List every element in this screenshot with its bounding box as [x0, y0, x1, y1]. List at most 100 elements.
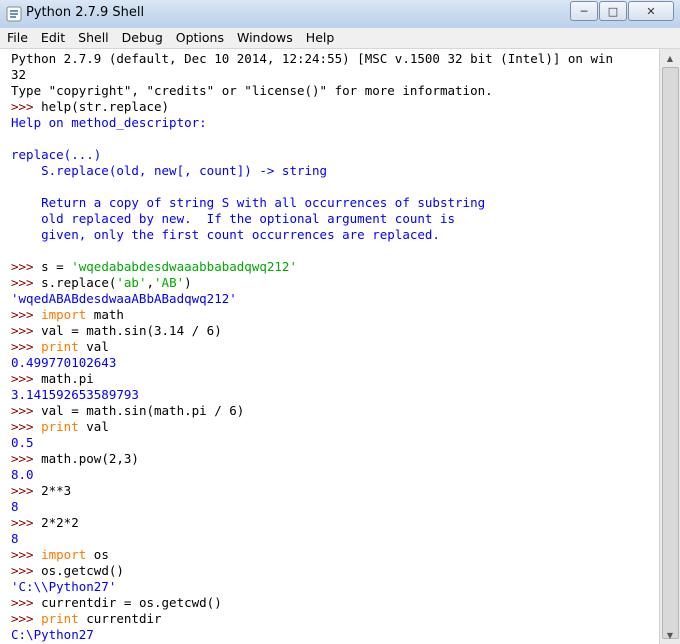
input-line: >>> help(str.replace): [11, 99, 169, 115]
prompt-marker: >>>: [11, 547, 42, 562]
code-token: import: [41, 307, 87, 322]
scroll-down-icon[interactable]: ▼: [662, 627, 678, 643]
menu-windows[interactable]: Windows: [230, 28, 299, 48]
menu-bar: File Edit Shell Debug Options Windows He…: [0, 28, 680, 49]
code-token: 8: [11, 499, 19, 514]
code-token: val: [78, 419, 109, 434]
output-line: 'C:\\Python27': [11, 579, 116, 595]
input-line: >>> 2*2*2: [11, 515, 79, 531]
menu-options[interactable]: Options: [169, 28, 230, 48]
vertical-scrollbar[interactable]: ▲ ▼: [659, 49, 680, 644]
code-token: Help on method_descriptor:: [11, 115, 207, 130]
input-line: >>> os.getcwd(): [11, 563, 124, 579]
code-token: math: [86, 307, 124, 322]
code-token: print: [41, 339, 79, 354]
output-line: Python 2.7.9 (default, Dec 10 2014, 12:2…: [11, 51, 613, 67]
prompt-marker: >>>: [11, 563, 42, 578]
output-line: C:\Python27: [11, 627, 94, 643]
input-line: >>> print currentdir: [11, 611, 162, 627]
code-token: 8.0: [11, 467, 34, 482]
prompt-marker: >>>: [11, 371, 42, 386]
input-line: >>> s = 'wqedababdesdwaaabbabadqwq212': [11, 259, 297, 275]
input-line: >>> print val: [11, 339, 109, 355]
code-token: currentdir: [78, 611, 162, 626]
prompt-marker: >>>: [11, 99, 42, 114]
input-line: >>> print val: [11, 419, 109, 435]
output-line: 3.141592653589793: [11, 387, 139, 403]
window-title: Python 2.7.9 Shell: [26, 5, 145, 20]
input-line: >>> val = math.sin(math.pi / 6): [11, 403, 244, 419]
prompt-marker: >>>: [11, 259, 42, 274]
code-token: import: [41, 547, 87, 562]
code-token: 'wqedABABdesdwaaABbABadqwq212': [11, 291, 237, 306]
code-token: old replaced by new. If the optional arg…: [11, 211, 456, 226]
code-token: given, only the first count occurrences …: [11, 227, 440, 242]
output-line: Return a copy of string S with all occur…: [11, 195, 485, 211]
code-token: C:\Python27: [11, 627, 94, 642]
input-line: >>> currentdir = os.getcwd(): [11, 595, 222, 611]
prompt-marker: >>>: [11, 451, 42, 466]
output-line: Type "copyright", "credits" or "license(…: [11, 83, 493, 99]
code-token: os.getcwd(): [41, 563, 124, 578]
code-token: ): [184, 275, 192, 290]
code-token: 'AB': [154, 275, 185, 290]
code-token: replace(...): [11, 147, 102, 162]
output-line: replace(...): [11, 147, 101, 163]
window-controls: ─ □ ✕: [569, 1, 674, 21]
code-token: 8: [11, 531, 19, 546]
prompt-marker: >>>: [11, 483, 42, 498]
title-bar[interactable]: Python 2.7.9 Shell ─ □ ✕: [0, 0, 680, 29]
code-token: ,: [146, 275, 155, 290]
code-token: 'C:\\Python27': [11, 579, 117, 594]
code-token: s.replace(: [41, 275, 117, 290]
code-token: 0.499770102643: [11, 355, 117, 370]
code-token: Python 2.7.9 (default, Dec 10 2014, 12:2…: [11, 51, 614, 66]
menu-debug[interactable]: Debug: [115, 28, 169, 48]
input-line: >>> s.replace('ab','AB'): [11, 275, 192, 291]
output-line: given, only the first count occurrences …: [11, 227, 440, 243]
output-line: Help on method_descriptor:: [11, 115, 207, 131]
code-token: 3.141592653589793: [11, 387, 139, 402]
input-line: >>> math.pow(2,3): [11, 451, 139, 467]
menu-shell[interactable]: Shell: [71, 28, 115, 48]
code-token: math.pow(2,3): [41, 451, 139, 466]
input-line: >>> import os: [11, 547, 109, 563]
code-token: 2*2*2: [41, 515, 79, 530]
output-line: 8: [11, 531, 19, 547]
shell-console[interactable]: Python 2.7.9 (default, Dec 10 2014, 12:2…: [0, 49, 659, 644]
code-token: print: [41, 611, 79, 626]
close-button[interactable]: ✕: [628, 1, 674, 21]
prompt-marker: >>>: [11, 275, 42, 290]
output-line: old replaced by new. If the optional arg…: [11, 211, 455, 227]
minimize-button[interactable]: ─: [570, 1, 598, 21]
output-line: S.replace(old, new[, count]) -> string: [11, 163, 327, 179]
code-token: val: [78, 339, 109, 354]
output-line: 0.5: [11, 435, 34, 451]
prompt-marker: >>>: [11, 403, 42, 418]
code-token: s =: [41, 259, 72, 274]
menu-help[interactable]: Help: [299, 28, 341, 48]
input-line: >>> val = math.sin(3.14 / 6): [11, 323, 222, 339]
code-token: 'wqedababdesdwaaabbabadqwq212': [71, 259, 297, 274]
output-line: 8: [11, 499, 19, 515]
prompt-marker: >>>: [11, 339, 42, 354]
maximize-button[interactable]: □: [599, 1, 627, 21]
scroll-thumb[interactable]: [662, 67, 679, 639]
input-line: >>> math.pi: [11, 371, 94, 387]
code-token: currentdir = os.getcwd(): [41, 595, 222, 610]
input-line: >>> 2**3: [11, 483, 71, 499]
code-token: val = math.sin(3.14 / 6): [41, 323, 222, 338]
prompt-marker: >>>: [11, 323, 42, 338]
prompt-marker: >>>: [11, 595, 42, 610]
prompt-marker: >>>: [11, 307, 42, 322]
menu-edit[interactable]: Edit: [34, 28, 71, 48]
code-token: Type "copyright", "credits" or "license(…: [11, 83, 493, 98]
code-token: val = math.sin(math.pi / 6): [41, 403, 245, 418]
menu-file[interactable]: File: [0, 28, 34, 48]
prompt-marker: >>>: [11, 515, 42, 530]
code-token: Return a copy of string S with all occur…: [11, 195, 486, 210]
input-line: >>> import math: [11, 307, 124, 323]
scroll-up-icon[interactable]: ▲: [662, 50, 678, 66]
output-line: 0.499770102643: [11, 355, 116, 371]
code-token: 'ab': [116, 275, 147, 290]
